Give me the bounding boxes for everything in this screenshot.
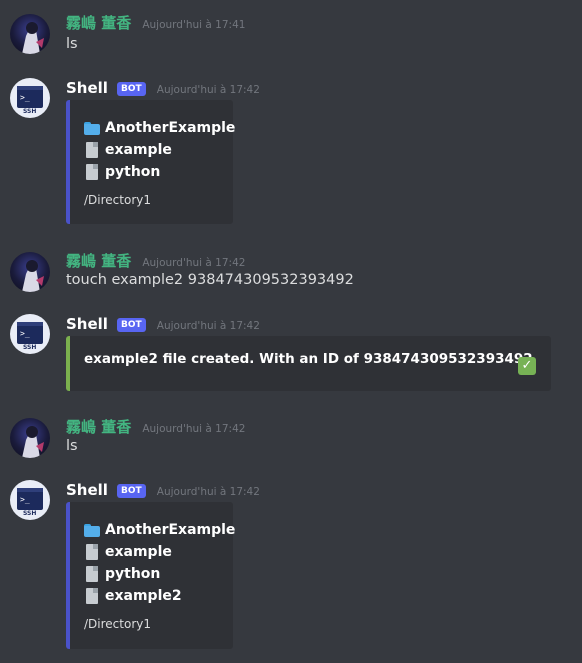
timestamp: Aujourd'hui à 17:42 — [142, 257, 246, 269]
timestamp: Aujourd'hui à 17:41 — [142, 19, 246, 31]
author-name[interactable]: 霧嶋 董香 — [66, 418, 131, 436]
list-item: example — [84, 140, 172, 160]
item-name: example2 — [105, 588, 182, 604]
author-name[interactable]: Shell — [66, 481, 108, 499]
timestamp: Aujourd'hui à 17:42 — [156, 486, 260, 498]
list-item: example — [84, 542, 172, 562]
embed-success: example2 file created. With an ID of 938… — [66, 336, 551, 391]
list-item: example2 — [84, 586, 182, 606]
list-item: python — [84, 162, 160, 182]
file-icon — [84, 164, 100, 180]
author-name[interactable]: Shell — [66, 315, 108, 333]
item-name: AnotherExample — [105, 120, 236, 136]
message-text: ls — [66, 36, 78, 52]
item-name: example — [105, 544, 172, 560]
embed-directory-listing: AnotherExample example python /Directory… — [66, 100, 235, 224]
file-icon — [84, 588, 100, 604]
message-text: touch example2 938474309532393492 — [66, 272, 354, 288]
svg-text:>_: >_ — [20, 329, 30, 338]
list-item: python — [84, 564, 160, 584]
item-name: python — [105, 164, 161, 180]
item-name: AnotherExample — [105, 522, 236, 538]
timestamp: Aujourd'hui à 17:42 — [156, 320, 260, 332]
directory-path: /Directory1 — [84, 193, 151, 207]
ssh-terminal-icon: >_ SSH — [17, 322, 43, 351]
timestamp: Aujourd'hui à 17:42 — [156, 84, 260, 96]
ssh-terminal-icon: >_ SSH — [17, 488, 43, 517]
file-icon — [84, 544, 100, 560]
user-avatar[interactable] — [10, 418, 50, 458]
bot-badge: BOT — [117, 82, 146, 96]
user-avatar[interactable] — [10, 14, 50, 54]
message-text: ls — [66, 438, 78, 454]
author-name[interactable]: 霧嶋 董香 — [66, 252, 131, 270]
item-name: example — [105, 142, 172, 158]
svg-text:SSH: SSH — [23, 344, 36, 351]
list-item: AnotherExample — [84, 118, 235, 138]
directory-path: /Directory1 — [84, 617, 151, 631]
timestamp: Aujourd'hui à 17:42 — [142, 423, 246, 435]
bot-avatar[interactable]: >_ SSH — [10, 78, 50, 118]
folder-icon — [84, 120, 100, 136]
svg-text:SSH: SSH — [23, 108, 36, 115]
svg-text:>_: >_ — [20, 495, 30, 504]
embed-directory-listing: AnotherExample example python example2 /… — [66, 502, 235, 649]
bot-badge: BOT — [117, 484, 146, 498]
ssh-terminal-icon: >_ SSH — [17, 86, 43, 115]
author-name[interactable]: Shell — [66, 79, 108, 97]
file-icon — [84, 566, 100, 582]
bot-avatar[interactable]: >_ SSH — [10, 480, 50, 520]
author-name[interactable]: 霧嶋 董香 — [66, 14, 131, 32]
item-name: python — [105, 566, 161, 582]
list-item: AnotherExample — [84, 520, 235, 540]
success-text: example2 file created. With an ID of 938… — [84, 351, 533, 367]
check-mark-icon: ✓ — [518, 357, 536, 375]
svg-text:>_: >_ — [20, 93, 30, 102]
bot-badge: BOT — [117, 318, 146, 332]
bot-avatar[interactable]: >_ SSH — [10, 314, 50, 354]
user-avatar[interactable] — [10, 252, 50, 292]
folder-icon — [84, 522, 100, 538]
svg-text:SSH: SSH — [23, 510, 36, 517]
file-icon — [84, 142, 100, 158]
